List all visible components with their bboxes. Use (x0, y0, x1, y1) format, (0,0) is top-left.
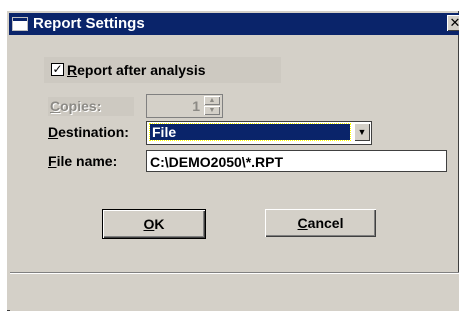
file-name-input[interactable]: C:\DEMO2050\*.RPT (146, 150, 447, 172)
accelerator-key: F (48, 153, 57, 169)
file-name-label: File name: (48, 152, 117, 170)
label-text: ile name: (56, 153, 118, 169)
window-icon (12, 17, 28, 31)
accelerator-key: C (50, 98, 61, 114)
copies-value[interactable]: 1 (147, 97, 200, 115)
title-bar[interactable]: Report Settings ✕ (9, 13, 459, 35)
copies-label: Copies: (50, 97, 101, 115)
status-bar (10, 272, 459, 311)
destination-select[interactable]: File ▼ (146, 121, 372, 145)
accelerator-key: O (143, 216, 155, 232)
destination-selected-value[interactable]: File (149, 123, 351, 141)
chevron-down-icon[interactable]: ▼ (204, 106, 220, 115)
copies-spinner[interactable]: 1 ▲ ▼ (146, 94, 223, 118)
label-text: estination: (58, 124, 129, 140)
label-text: eport after analysis (77, 62, 206, 78)
report-after-analysis-label: Report after analysis (67, 61, 206, 79)
close-icon[interactable]: ✕ (447, 15, 459, 31)
cancel-button[interactable]: Cancel (265, 209, 376, 237)
chevron-down-icon[interactable]: ▼ (354, 123, 370, 141)
button-label: ancel (307, 215, 344, 231)
chevron-up-icon[interactable]: ▲ (204, 96, 220, 105)
accelerator-key: C (297, 215, 308, 231)
report-after-analysis-checkbox[interactable]: ✓ Report after analysis (44, 57, 281, 83)
accelerator-key: R (67, 62, 78, 78)
accelerator-key: D (48, 124, 59, 140)
button-label: K (154, 216, 165, 232)
label-text: opies: (60, 98, 102, 114)
window-title: Report Settings (33, 15, 145, 32)
destination-label: Destination: (48, 123, 129, 141)
report-settings-dialog: Report Settings ✕ ✓ Report after analysi… (6, 10, 459, 311)
checkbox-box[interactable]: ✓ (51, 63, 64, 76)
ok-button[interactable]: OK (102, 209, 206, 239)
